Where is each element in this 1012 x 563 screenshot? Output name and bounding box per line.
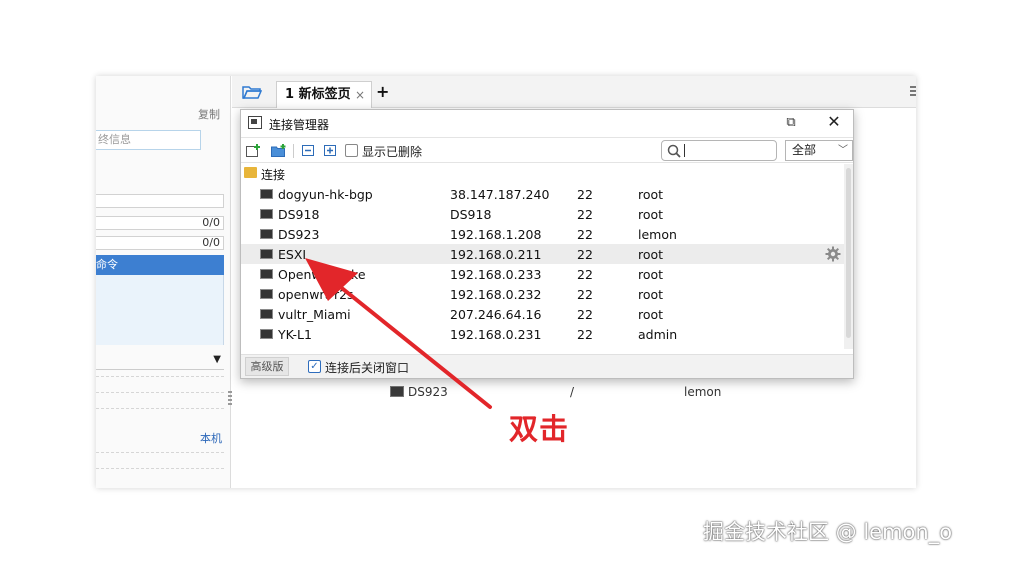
- terminal-icon: [260, 269, 273, 279]
- filter-value: 全部: [792, 143, 817, 157]
- connection-row[interactable]: DS923 192.168.1.208 22 lemon: [241, 224, 844, 244]
- divider: [96, 408, 224, 409]
- chevron-down-icon: ﹀: [838, 145, 848, 156]
- screenshot-frame: 复制 终信息 0/0 0/0 命令 ▼ 本机 1 新标签页 × + DS923 …: [96, 76, 916, 488]
- new-connection-icon[interactable]: [246, 144, 261, 157]
- counter-bar-1: 0/0: [96, 216, 224, 230]
- connection-user: admin: [638, 327, 678, 342]
- connection-name: dogyun-hk-bgp: [278, 187, 373, 202]
- connection-user: root: [638, 207, 664, 222]
- connection-port: 22: [577, 227, 593, 242]
- close-button[interactable]: ✕: [824, 113, 844, 131]
- text-cursor: [684, 144, 685, 157]
- divider: [96, 468, 224, 469]
- copy-button[interactable]: 复制: [198, 106, 220, 122]
- local-label[interactable]: 本机: [200, 430, 222, 446]
- group-label: 连接: [261, 168, 286, 182]
- connection-port: 22: [577, 187, 593, 202]
- show-deleted-checkbox[interactable]: [345, 144, 358, 157]
- connection-user: root: [638, 247, 664, 262]
- annotation-arrow-icon: [305, 258, 492, 409]
- connection-user: root: [638, 307, 664, 322]
- command-list: [96, 275, 224, 345]
- connection-port: 22: [577, 247, 593, 262]
- connection-port: 22: [577, 307, 593, 322]
- session-path: /: [570, 385, 575, 399]
- connection-user: root: [638, 187, 664, 202]
- connection-name: DS918: [278, 207, 320, 222]
- watermark: 掘金技术社区 @ lemon_o: [703, 520, 953, 544]
- toolbar-separator: [293, 144, 294, 158]
- terminal-icon: [260, 209, 273, 219]
- menu-grip-icon[interactable]: [910, 86, 916, 98]
- progress-bar-empty: [96, 194, 224, 208]
- connection-port: 22: [577, 267, 593, 282]
- counter-bar-2: 0/0: [96, 236, 224, 250]
- connection-port: 22: [577, 327, 593, 342]
- session-user: lemon: [684, 385, 722, 399]
- restore-button[interactable]: ⧉: [781, 114, 801, 132]
- advanced-button[interactable]: 高级版: [245, 357, 289, 376]
- connection-port: 22: [577, 207, 593, 222]
- new-tab-button[interactable]: +: [376, 81, 389, 103]
- group-row[interactable]: 连接: [241, 164, 841, 182]
- new-folder-icon[interactable]: [271, 144, 286, 157]
- terminal-icon: [260, 229, 273, 239]
- terminal-icon: [260, 309, 273, 319]
- divider: [96, 452, 224, 453]
- show-deleted-label[interactable]: 显示已删除: [362, 143, 422, 160]
- dialog-toolbar: 显示已删除 全部 ﹀: [241, 137, 853, 163]
- folder-open-icon[interactable]: [242, 84, 262, 100]
- folder-icon: [244, 167, 257, 178]
- dialog-titlebar[interactable]: 连接管理器 ⧉ ✕: [241, 110, 853, 136]
- dropdown[interactable]: ▼: [96, 354, 224, 370]
- connection-port: 22: [577, 287, 593, 302]
- tab-new[interactable]: 1 新标签页 ×: [276, 81, 372, 108]
- tab-bar: 1 新标签页 × +: [232, 76, 916, 108]
- gear-icon[interactable]: [825, 246, 841, 262]
- connection-row[interactable]: dogyun-hk-bgp 38.147.187.240 22 root: [241, 184, 844, 204]
- splitter-grip[interactable]: [228, 391, 232, 405]
- connection-row[interactable]: DS918 DS918 22 root: [241, 204, 844, 224]
- terminal-icon: [260, 329, 273, 339]
- command-list-header[interactable]: 命令: [96, 255, 224, 275]
- divider: [96, 392, 224, 393]
- filter-select[interactable]: 全部 ﹀: [785, 140, 853, 161]
- search-input[interactable]: [661, 140, 777, 161]
- vertical-scrollbar[interactable]: [844, 164, 853, 349]
- collapse-all-icon[interactable]: [301, 144, 316, 157]
- connection-user: lemon: [638, 227, 677, 242]
- divider: [96, 376, 224, 377]
- tab-label: 1 新标签页: [285, 87, 351, 102]
- terminal-window-icon: [248, 116, 262, 129]
- connection-host: 192.168.1.208: [450, 227, 542, 242]
- terminal-icon: [260, 249, 273, 259]
- dropdown-arrow-icon: ▼: [213, 354, 221, 365]
- tab-close-icon[interactable]: ×: [355, 82, 365, 108]
- connection-user: root: [638, 287, 664, 302]
- connection-user: root: [638, 267, 664, 282]
- annotation-label: 双击: [509, 412, 570, 446]
- terminal-icon: [260, 189, 273, 199]
- left-side-panel: 复制 终信息 0/0 0/0 命令 ▼ 本机: [96, 76, 231, 488]
- dialog-title: 连接管理器: [269, 118, 330, 132]
- connection-host: DS918: [450, 207, 492, 222]
- search-icon: [667, 144, 681, 158]
- expand-all-icon[interactable]: [323, 144, 338, 157]
- terminal-icon: [260, 289, 273, 299]
- info-input[interactable]: 终信息: [96, 130, 201, 150]
- connection-name: DS923: [278, 227, 320, 242]
- connection-host: 38.147.187.240: [450, 187, 550, 202]
